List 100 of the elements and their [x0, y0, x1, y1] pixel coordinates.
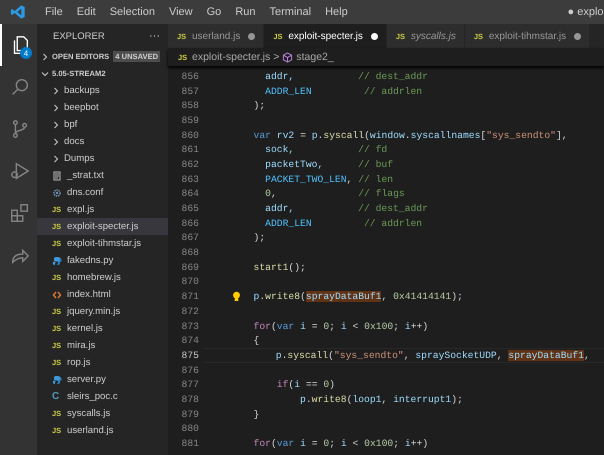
line-number: 869 — [180, 262, 199, 273]
code-punctuation: ++) — [410, 320, 428, 332]
lightbulb-icon[interactable] — [232, 291, 241, 302]
code-punctuation: , — [381, 291, 388, 302]
code-punctuation: . — [282, 350, 288, 361]
file-name: exploit-specter.js — [67, 221, 138, 232]
file-tree-item[interactable]: server.py — [37, 371, 168, 388]
line-number: 859 — [180, 114, 199, 126]
file-name: mira.js — [67, 340, 96, 351]
menu-item[interactable]: Edit — [70, 6, 103, 18]
file-tree-item[interactable]: fakedns.py — [37, 252, 168, 269]
code-function: syscall — [287, 350, 328, 361]
file-name: fakedns.py — [67, 255, 114, 266]
file-tree-item[interactable]: index.html — [37, 286, 168, 303]
menu-item[interactable]: View — [162, 6, 200, 18]
code-string: "sys_sendto" — [486, 130, 556, 141]
file-name: expl.js — [67, 204, 94, 215]
file-tree-item[interactable]: C sleirs_poc.c — [37, 388, 168, 405]
code-punctuation: , — [346, 174, 352, 185]
folder-name: backups — [64, 85, 100, 96]
code-keyword: for — [254, 438, 271, 450]
chevron-icon — [41, 70, 49, 78]
file-name: rop.js — [67, 357, 90, 368]
code-punctuation: ( — [346, 394, 352, 405]
code-number: 0x100 — [364, 438, 394, 450]
line-number: 857 — [180, 86, 199, 97]
code-identifier: i — [300, 320, 306, 332]
code-number: 0x100 — [364, 320, 394, 332]
gear-icon — [52, 188, 62, 198]
code-identifier: p — [276, 350, 282, 361]
line-number: 876 — [180, 364, 199, 376]
more-actions-button[interactable]: ··· — [149, 30, 160, 42]
file-name: kernel.js — [67, 323, 103, 334]
code-keyword: var — [276, 320, 294, 332]
code-punctuation: < — [352, 320, 360, 332]
code-punctuation: . — [404, 130, 411, 141]
code-keyword: var — [254, 130, 271, 141]
line-number: 856 — [180, 70, 199, 82]
python-file-icon — [52, 374, 62, 384]
menu-item[interactable]: Run — [228, 6, 262, 18]
line-number: 861 — [180, 144, 199, 156]
code-keyword: if — [276, 379, 288, 390]
code-identifier: i — [300, 438, 306, 450]
menu-item[interactable]: Selection — [102, 6, 162, 18]
code-identifier: addr, — [265, 70, 294, 82]
file-type-icon: C — [52, 391, 63, 402]
code-function: write8 — [312, 394, 347, 405]
chevron-icon — [52, 154, 60, 162]
unsaved-dot-icon — [574, 32, 582, 40]
breadcrumb-item[interactable]: exploit-specter.js — [192, 51, 270, 63]
highlighted-identifier: sprayDataBuf1 — [306, 291, 382, 302]
file-tree-item[interactable]: dns.conf — [37, 184, 168, 201]
code-constant: PACKET_TWO_LEN — [265, 174, 347, 185]
code-comment: // dest_addr — [358, 203, 428, 214]
breadcrumb-separator: > — [273, 51, 280, 63]
line-number: 858 — [180, 100, 199, 112]
code-punctuation: ; — [393, 438, 400, 450]
code-function: syscall — [323, 130, 364, 141]
code-punctuation: ; — [393, 320, 400, 332]
line-number: 864 — [180, 188, 199, 200]
code-punctuation: ); — [254, 100, 266, 112]
file-name: index.html — [67, 289, 111, 300]
menu-item[interactable]: Go — [200, 6, 228, 18]
code-punctuation: = — [312, 438, 319, 450]
extensions-icon — [8, 202, 30, 224]
file-tree-item[interactable]: bpf — [37, 116, 168, 133]
code-punctuation: , — [584, 350, 590, 361]
file-tree-item[interactable]: beepbot — [37, 99, 168, 116]
editor-logo-icon — [10, 4, 26, 20]
menu-item[interactable]: Terminal — [262, 6, 318, 18]
menu-item[interactable]: File — [38, 6, 70, 18]
file-name: sleirs_poc.c — [67, 391, 118, 402]
code-number: 0 — [265, 188, 271, 200]
file-tree-item[interactable]: _strat.txt — [37, 167, 168, 184]
code-punctuation: < — [352, 438, 360, 450]
code-punctuation: , — [381, 394, 388, 405]
code-identifier: p — [254, 291, 260, 302]
unsaved-dot-icon — [248, 32, 256, 40]
code-punctuation: ( — [270, 438, 277, 450]
code-punctuation: . — [259, 291, 266, 302]
code-identifier: p — [312, 130, 318, 141]
file-tree-item[interactable]: docs — [37, 133, 168, 150]
code-identifier: interrupt1 — [393, 394, 452, 405]
code-identifier: i — [404, 438, 411, 450]
file-tree-item[interactable]: Dumps — [37, 150, 168, 167]
line-number: 880 — [180, 423, 199, 434]
code-punctuation: ( — [364, 130, 370, 141]
tab-label: exploit-specter.js — [288, 30, 363, 42]
code-identifier: i — [340, 438, 347, 450]
code-comment: // dest_addr — [358, 70, 428, 82]
panel-title: EXPLORER — [53, 30, 105, 42]
code-identifier: packetTwo, — [265, 158, 324, 170]
line-number: 872 — [180, 306, 199, 317]
line-number: 879 — [180, 408, 199, 420]
menu-item[interactable]: Help — [318, 6, 355, 18]
chevron-icon — [41, 52, 49, 60]
file-tree-item[interactable]: backups — [37, 82, 168, 99]
folder-name: beepbot — [64, 102, 99, 113]
breadcrumb-item[interactable]: stage2_ — [296, 51, 334, 63]
code-constant: ADDR_LEN — [265, 86, 312, 97]
